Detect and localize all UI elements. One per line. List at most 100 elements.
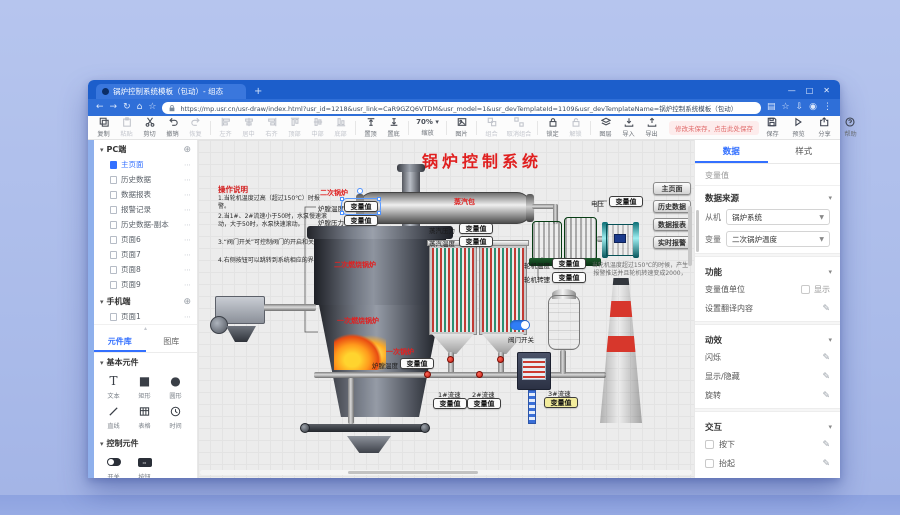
heat-exchanger-1[interactable] (429, 245, 477, 335)
layers-button[interactable]: 图层 (594, 117, 617, 138)
page-menu-icon[interactable]: ⋯ (184, 176, 191, 184)
gauge-value-box[interactable]: 变量值 (400, 358, 434, 369)
element-text[interactable]: T 文本 (98, 372, 129, 402)
redo-button[interactable]: 恢复 (184, 117, 207, 138)
sidebar-item-page9[interactable]: 页面9 ⋯ (94, 277, 197, 292)
gauge-value-box[interactable]: 变量值 (609, 196, 643, 207)
chevron-down-icon[interactable]: ▾ (828, 268, 832, 276)
edit-pencil-icon[interactable]: ✎ (822, 478, 830, 479)
page-menu-icon[interactable]: ⋯ (184, 236, 191, 244)
gauge-value-box[interactable]: 变量值 (433, 398, 467, 409)
collapse-caret-icon[interactable]: ▾ (100, 440, 104, 448)
sidebar-item-alarm-log[interactable]: 报警记录 ⋯ (94, 202, 197, 217)
valve-icon[interactable] (476, 371, 483, 378)
sidebar-item-history-copy[interactable]: 历史数据-副本 ⋯ (94, 217, 197, 232)
selection-handle[interactable] (377, 197, 381, 201)
add-page-icon[interactable]: ⊕ (183, 145, 191, 155)
send-to-back-button[interactable]: 置底 (382, 117, 405, 138)
page-menu-icon[interactable]: ⋯ (184, 313, 191, 321)
nav-button-report[interactable]: 数据报表 (653, 218, 691, 231)
chevron-down-icon[interactable]: ▾ (828, 423, 832, 431)
export-button[interactable]: 导出 (640, 117, 663, 138)
help-button[interactable]: 帮助 (837, 117, 863, 138)
back-icon[interactable]: ← (96, 103, 104, 112)
sidebar-item-page6[interactable]: 页面6 ⋯ (94, 232, 197, 247)
undo-button[interactable]: 撤销 (161, 117, 184, 138)
valve-toggle-switch[interactable] (510, 320, 530, 330)
refresh-icon[interactable]: ↻ (123, 103, 131, 112)
sidebar-item-page8[interactable]: 页面8 ⋯ (94, 262, 197, 277)
steam-drum-tank[interactable] (358, 192, 532, 224)
zoom-select[interactable]: 70% ▾ 缩放 (412, 118, 443, 137)
group-button[interactable]: 组合 (480, 117, 503, 138)
nav-button-home[interactable]: 主页面 (653, 182, 691, 195)
element-rectangle[interactable]: ■ 矩形 (129, 372, 160, 402)
align-middle-button[interactable]: 中部 (306, 117, 329, 138)
align-left-button[interactable]: 左齐 (214, 117, 237, 138)
bookmark-star-icon[interactable]: ☆ (148, 103, 156, 112)
gauge-value-box[interactable]: 变量值 (552, 272, 586, 283)
gauge-value-box[interactable]: 变量值 (344, 215, 378, 226)
chevron-down-icon[interactable]: ▾ (828, 336, 832, 344)
tab-data[interactable]: 数据 (695, 140, 768, 163)
browser-tab[interactable]: 锅炉控制系统模板（包动）- 组态 (96, 84, 246, 99)
valve-icon[interactable] (447, 356, 454, 363)
edit-pencil-icon[interactable]: ✎ (822, 440, 830, 450)
sidebar-item-data-report[interactable]: 数据报表 ⋯ (94, 187, 197, 202)
selection-handle[interactable] (340, 211, 344, 215)
edit-pencil-icon[interactable]: ✎ (822, 459, 830, 469)
url-field[interactable]: https://mp.usr.cn/usr-draw/index.html?us… (162, 101, 761, 114)
boiler-chimney-cap[interactable] (397, 164, 425, 172)
page-menu-icon[interactable]: ⋯ (184, 191, 191, 199)
page-menu-icon[interactable]: ⋯ (184, 221, 191, 229)
profile-avatar-icon[interactable]: ◉ (809, 103, 817, 112)
press-checkbox[interactable] (705, 440, 714, 449)
steam-turbine[interactable] (564, 217, 597, 259)
forward-icon[interactable]: → (110, 103, 118, 112)
maximize-button[interactable]: □ (806, 86, 814, 95)
selection-handle[interactable] (340, 197, 344, 201)
unsaved-notice[interactable]: 修改未保存，点击此处保存 (669, 120, 759, 135)
download-icon[interactable]: ⇩ (796, 103, 804, 112)
edit-pencil-icon[interactable]: ✎ (822, 353, 830, 363)
steam-turbine[interactable] (532, 221, 562, 259)
align-right-button[interactable]: 右齐 (260, 117, 283, 138)
nav-button-alarm[interactable]: 实时报警 (653, 236, 691, 249)
instructions-title[interactable]: 操作说明 (218, 184, 248, 195)
storage-tank[interactable] (548, 295, 580, 350)
import-button[interactable]: 导入 (617, 117, 640, 138)
collapse-caret-icon[interactable]: ▾ (100, 146, 104, 154)
conveyor-belt[interactable] (302, 424, 428, 432)
page-menu-icon[interactable]: ⋯ (184, 161, 191, 169)
chimney[interactable] (600, 278, 642, 423)
page-menu-icon[interactable]: ⋯ (184, 206, 191, 214)
minimize-button[interactable]: — (788, 86, 796, 95)
element-line[interactable]: 直线 (98, 402, 129, 432)
add-page-icon[interactable]: ⊕ (183, 297, 191, 307)
align-top-button[interactable]: 顶部 (283, 117, 306, 138)
rotate-handle[interactable] (357, 188, 363, 194)
extensions-icon[interactable]: ▤ (767, 103, 776, 112)
cut-button[interactable]: 剪切 (138, 117, 161, 138)
save-button[interactable]: 保存 (759, 117, 785, 138)
element-time[interactable]: 时间 (160, 402, 191, 432)
browser-menu-icon[interactable]: ⋮ (823, 103, 832, 112)
selection-handle[interactable] (377, 211, 381, 215)
secondary-burn-boiler[interactable] (314, 239, 446, 305)
chevron-down-icon[interactable]: ▾ (828, 194, 832, 202)
lock-button[interactable]: 锁定 (541, 117, 564, 138)
sidebar-item-history-data[interactable]: 历史数据 ⋯ (94, 172, 197, 187)
gauge-value-box[interactable]: 变量值 (459, 223, 493, 234)
design-canvas[interactable]: 锅炉控制系统 操作说明 1.当轮机温度过高（超过150℃）时报警。 2.当1#、… (198, 140, 694, 478)
align-bottom-button[interactable]: 底部 (329, 117, 352, 138)
canvas-hscrollbar-thumb[interactable] (348, 471, 478, 474)
preview-button[interactable]: 预览 (785, 117, 811, 138)
new-tab-button[interactable]: + (254, 86, 262, 97)
element-button[interactable]: ▭ 按钮 (129, 453, 160, 478)
sidebar-item-page7[interactable]: 页面7 ⋯ (94, 247, 197, 262)
gauge-value-box[interactable]: 变量值 (467, 398, 501, 409)
tab-style[interactable]: 样式 (768, 140, 841, 163)
gauge-value-box[interactable]: 变量值 (459, 236, 493, 247)
element-circle[interactable]: ● 圆形 (160, 372, 191, 402)
gauge-value-box[interactable]: 变量值 (552, 258, 586, 269)
